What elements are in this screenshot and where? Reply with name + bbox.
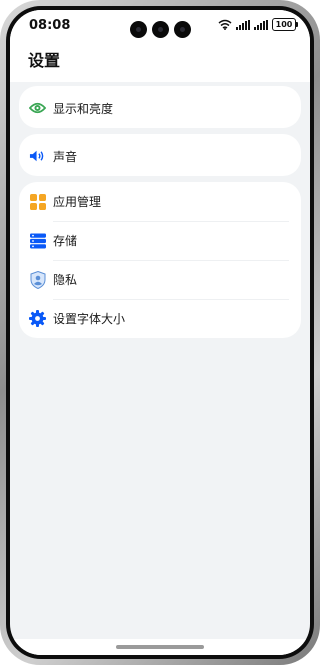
home-indicator[interactable] — [116, 645, 204, 649]
signal-icon — [254, 19, 268, 30]
settings-item-privacy[interactable]: 隐私 — [19, 260, 301, 299]
wifi-icon — [218, 19, 232, 30]
page-title: 设置 — [28, 51, 61, 70]
front-camera-icon — [152, 21, 169, 38]
settings-item-label: 显示和亮度 — [53, 102, 114, 116]
settings-group-sound: 声音 — [19, 134, 301, 176]
gear-icon — [29, 310, 46, 327]
status-icons: 100 — [218, 18, 298, 31]
status-bar: 08:08 100 — [10, 10, 310, 40]
settings-item-storage[interactable]: 存储 — [19, 221, 301, 260]
storage-icon — [29, 232, 46, 249]
speaker-icon — [29, 147, 46, 164]
apps-grid-icon — [29, 193, 46, 210]
settings-item-app-management[interactable]: 应用管理 — [19, 182, 301, 221]
settings-item-label: 应用管理 — [53, 195, 102, 209]
phone-frame: 08:08 100 设置 显示和亮度 声音 应用管理 存储 隐私 设置字体大小 — [0, 0, 320, 665]
screen: 08:08 100 设置 显示和亮度 声音 应用管理 存储 隐私 设置字体大小 — [10, 10, 310, 655]
settings-item-label: 设置字体大小 — [53, 312, 126, 326]
status-time: 08:08 — [29, 18, 71, 33]
title-bar: 设置 — [10, 40, 310, 82]
settings-item-label: 存储 — [53, 234, 78, 248]
settings-group-general: 应用管理 存储 隐私 设置字体大小 — [19, 182, 301, 338]
settings-group-display: 显示和亮度 — [19, 86, 301, 128]
settings-item-label: 声音 — [53, 150, 78, 164]
front-camera-icon — [174, 21, 191, 38]
settings-item-label: 隐私 — [53, 273, 78, 287]
settings-item-display[interactable]: 显示和亮度 — [19, 86, 301, 128]
privacy-shield-icon — [29, 270, 46, 289]
settings-item-sound[interactable]: 声音 — [19, 134, 301, 176]
phone-bezel: 08:08 100 设置 显示和亮度 声音 应用管理 存储 隐私 设置字体大小 — [6, 6, 314, 659]
settings-item-font-size[interactable]: 设置字体大小 — [19, 299, 301, 338]
battery-icon: 100 — [272, 18, 298, 31]
eye-icon — [29, 99, 46, 116]
front-camera-icon — [130, 21, 147, 38]
signal-icon — [236, 19, 250, 30]
